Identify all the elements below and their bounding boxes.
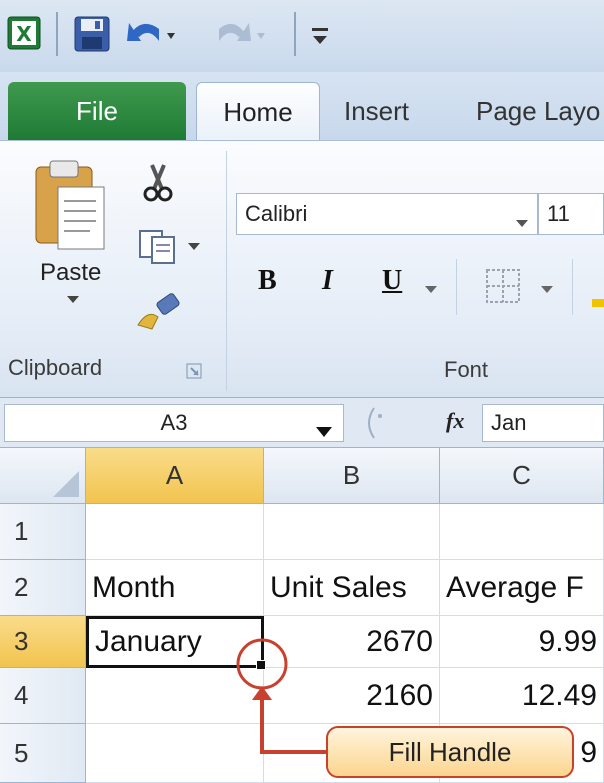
fill-handle-highlight-circle bbox=[236, 638, 288, 690]
fill-handle-callout: Fill Handle bbox=[326, 726, 574, 778]
annotation-overlay bbox=[236, 638, 326, 754]
callout-arrow-line bbox=[260, 696, 326, 754]
